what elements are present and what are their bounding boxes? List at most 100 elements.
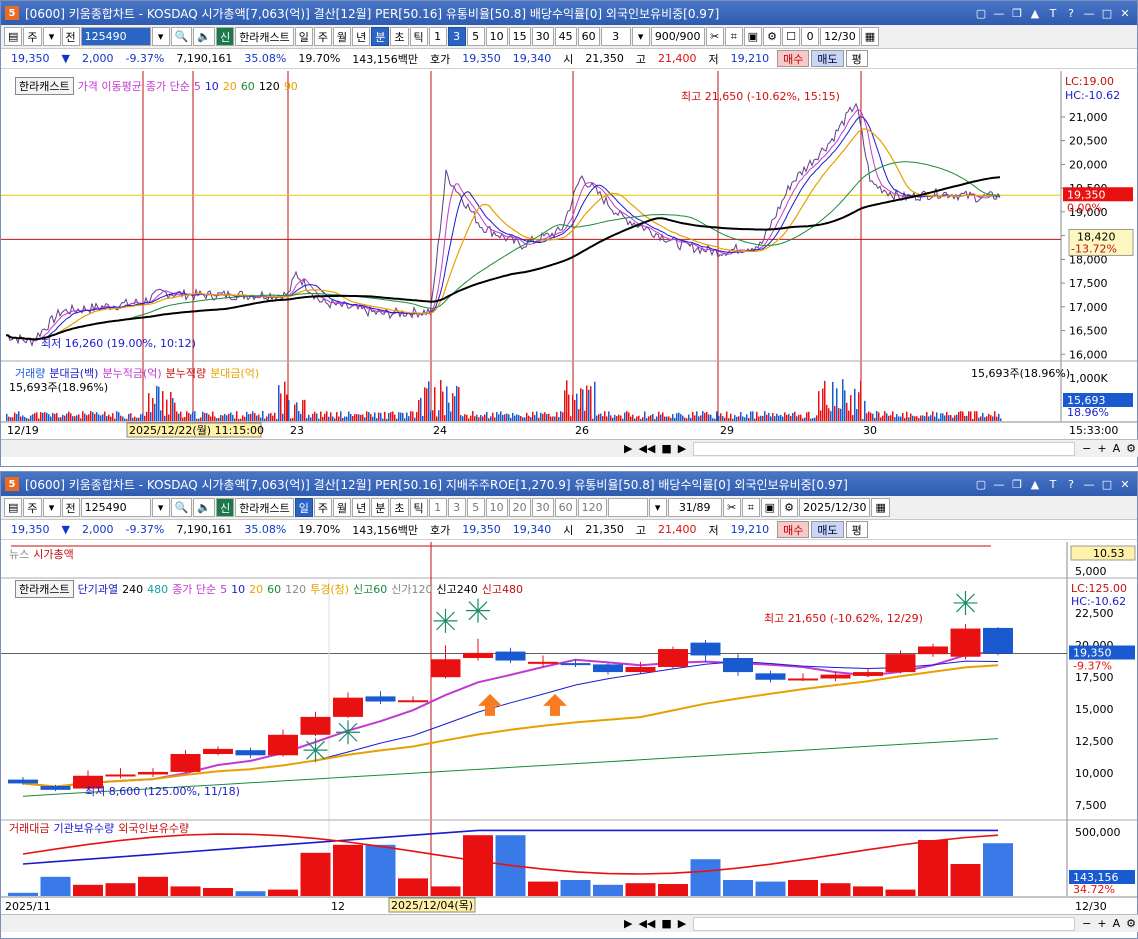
speaker-icon[interactable]: 🔈 [193, 498, 216, 517]
calendar-icon[interactable]: ▦ [860, 27, 880, 46]
restore-icon[interactable]: ❐ [1009, 476, 1025, 492]
stock-name[interactable]: 한라캐스트 [235, 498, 294, 517]
period-day[interactable]: 일 [294, 498, 313, 517]
count-display[interactable]: 31/89 [667, 498, 722, 517]
minimize-icon[interactable]: — [1081, 5, 1097, 21]
chart-scrollbar[interactable]: ▶ ◀◀ ■ ▶ − + A ⚙ [1, 914, 1138, 932]
search-icon[interactable]: 🔍 [170, 498, 193, 517]
maximize-icon[interactable]: □ [1099, 476, 1115, 492]
period-second[interactable]: 초 [390, 498, 409, 517]
interval-1[interactable]: 1 [428, 27, 447, 46]
scroll-right-icon[interactable]: ▶ [621, 917, 635, 930]
stop-icon[interactable]: ■ [658, 442, 674, 455]
interval-30[interactable]: 30 [531, 498, 554, 517]
interval-120[interactable]: 120 [577, 498, 607, 517]
scroll-track[interactable] [693, 441, 1076, 456]
chevron-down-icon[interactable]: ▾ [648, 498, 667, 517]
font-icon[interactable]: T [1045, 476, 1061, 492]
legend-stock-name[interactable]: 한라캐스트 [15, 77, 74, 95]
sell-button[interactable]: 매도 [811, 50, 844, 67]
count-select[interactable] [607, 498, 648, 517]
help-icon[interactable]: ? [1063, 476, 1079, 492]
zoom-out-icon[interactable]: − [1079, 442, 1094, 455]
interval-10[interactable]: 10 [485, 27, 508, 46]
interval-45[interactable]: 45 [554, 27, 577, 46]
gear-icon[interactable]: ⚙ [780, 498, 799, 517]
interval-1[interactable]: 1 [428, 498, 447, 517]
interval-60[interactable]: 60 [554, 498, 577, 517]
interval-15[interactable]: 15 [508, 27, 531, 46]
close-icon[interactable]: ✕ [1117, 5, 1133, 21]
period-year[interactable]: 년 [352, 27, 371, 46]
calendar-icon[interactable]: ▦ [871, 498, 890, 517]
link-icon[interactable]: ▢ [973, 5, 989, 21]
play-icon[interactable]: ▶ [675, 442, 689, 455]
period-year[interactable]: 년 [352, 498, 371, 517]
up-icon[interactable]: ▲ [1027, 476, 1043, 492]
zoom-in-icon[interactable]: + [1094, 917, 1109, 930]
eval-button[interactable]: 평 [845, 521, 868, 538]
count-select[interactable]: 3 [600, 27, 631, 46]
minute-price-chart[interactable]: 21,00020,50020,00019,50019,00018,50018,0… [1, 71, 1137, 441]
text-tool-icon[interactable]: A [1110, 917, 1124, 930]
date-input[interactable]: 2025/12/30 [799, 498, 871, 517]
maximize-icon[interactable]: □ [1099, 5, 1115, 21]
save-icon[interactable]: ▣ [743, 27, 763, 46]
gear-icon[interactable]: ⚙ [763, 27, 782, 46]
prev-button[interactable]: 전 [61, 498, 80, 517]
interval-5[interactable]: 5 [466, 27, 485, 46]
stock-code-input[interactable]: 125490 [80, 27, 151, 46]
chevron-down-icon[interactable]: ▾ [631, 27, 650, 46]
stock-code-input[interactable]: 125490 [80, 498, 151, 517]
dash-icon[interactable]: — [991, 476, 1007, 492]
up-icon[interactable]: ▲ [1027, 5, 1043, 21]
close-icon[interactable]: ✕ [1117, 476, 1133, 492]
gear-icon[interactable]: ⚙ [1123, 442, 1138, 455]
period-day[interactable]: 일 [294, 27, 313, 46]
count-display[interactable]: 900/900 [650, 27, 705, 46]
interval-3[interactable]: 3 [447, 27, 466, 46]
scroll-track[interactable] [693, 916, 1076, 931]
minimize-icon[interactable]: — [1081, 476, 1097, 492]
text-tool-icon[interactable]: A [1110, 442, 1124, 455]
period-tick[interactable]: 틱 [409, 498, 428, 517]
chevron-down-icon[interactable]: ▾ [151, 27, 170, 46]
zoom-out-icon[interactable]: − [1079, 917, 1094, 930]
title-bar[interactable]: 5 [0600] 키움종합차트 - KOSDAQ 시가총액[7,063(억)] … [1, 1, 1137, 25]
period-week[interactable]: 주 [313, 498, 333, 517]
period-select[interactable]: 주 [23, 498, 42, 517]
period-minute[interactable]: 분 [371, 498, 390, 517]
play-icon[interactable]: ▶ [675, 917, 689, 930]
help-icon[interactable]: ? [1063, 5, 1079, 21]
scissors-icon[interactable]: ✂ [705, 27, 724, 46]
chart-menu-icon[interactable]: ▤ [4, 27, 23, 46]
interval-20[interactable]: 20 [508, 498, 531, 517]
period-select[interactable]: 주 [23, 27, 42, 46]
period-minute[interactable]: 분 [371, 27, 390, 46]
font-icon[interactable]: T [1045, 5, 1061, 21]
scissors-icon[interactable]: ✂ [722, 498, 741, 517]
period-tick[interactable]: 틱 [409, 27, 428, 46]
interval-3[interactable]: 3 [447, 498, 466, 517]
chart-tools-icon[interactable]: ⌗ [724, 27, 743, 46]
sell-button[interactable]: 매도 [811, 521, 844, 538]
buy-button[interactable]: 매수 [777, 50, 810, 67]
search-icon[interactable]: 🔍 [170, 27, 193, 46]
chevron-down-icon[interactable]: ▾ [151, 498, 170, 517]
interval-5[interactable]: 5 [466, 498, 485, 517]
legend-stock-name[interactable]: 한라캐스트 [15, 580, 74, 598]
period-month[interactable]: 월 [333, 27, 352, 46]
speaker-icon[interactable]: 🔈 [193, 27, 216, 46]
checkbox[interactable]: ☐ [782, 27, 801, 46]
eval-button[interactable]: 평 [845, 50, 868, 67]
period-month[interactable]: 월 [333, 498, 352, 517]
chart-scrollbar[interactable]: ▶ ◀◀ ■ ▶ − + A ⚙ [1, 439, 1138, 457]
zoom-in-icon[interactable]: + [1094, 442, 1109, 455]
dash-icon[interactable]: — [991, 5, 1007, 21]
gear-icon[interactable]: ⚙ [1123, 917, 1138, 930]
title-bar[interactable]: 5 [0600] 키움종합차트 - KOSDAQ 시가총액[7,063(억)] … [1, 472, 1137, 496]
stop-icon[interactable]: ■ [658, 917, 674, 930]
chevron-down-icon[interactable]: ▾ [42, 498, 61, 517]
buy-button[interactable]: 매수 [777, 521, 810, 538]
interval-30[interactable]: 30 [531, 27, 554, 46]
